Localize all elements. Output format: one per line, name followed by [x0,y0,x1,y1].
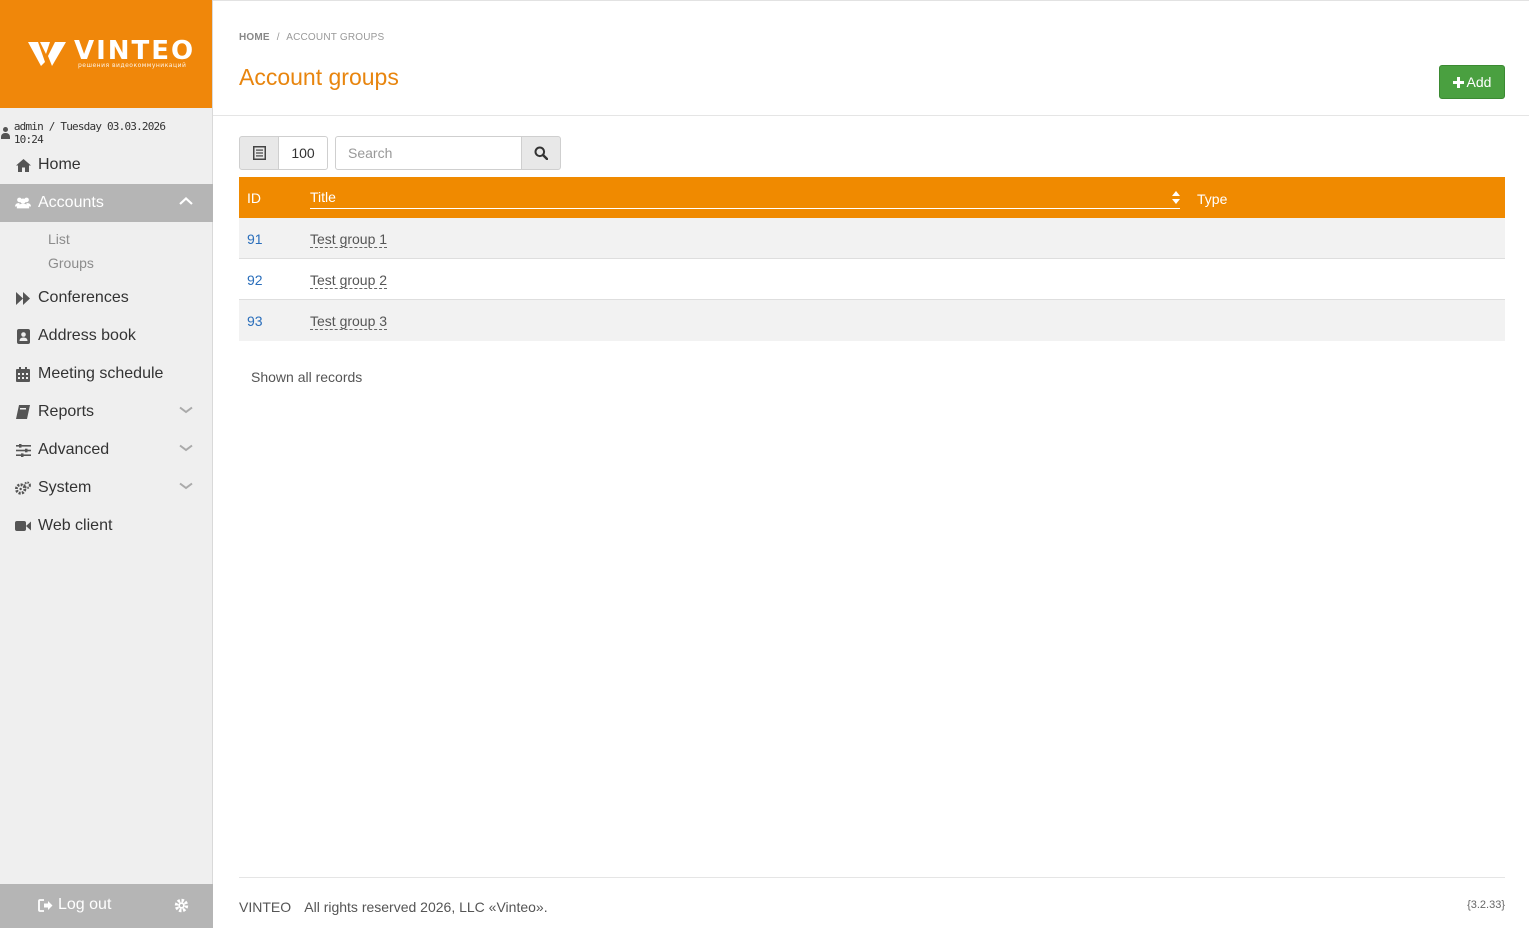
logout-label: Log out [58,896,112,913]
footer-brand: VINTEO [239,899,292,915]
chevron-up-icon[interactable] [179,197,193,205]
groups-table: ID Title Type 91 Test group 1 92 Test gr… [239,177,1505,341]
fast-forward-icon [15,290,31,306]
row-id-link[interactable]: 93 [247,313,263,329]
logout-button[interactable]: Log out [38,896,111,914]
sidebar-item-conferences[interactable]: Conferences [0,279,213,317]
breadcrumb: HOME / ACCOUNT GROUPS [239,32,384,43]
sidebar-subitem-list[interactable]: List [48,227,213,251]
table-header: ID Title Type [239,177,1505,218]
sidebar-footer: Log out [0,884,213,928]
sidebar-item-address-book[interactable]: Address book [0,317,213,355]
sidebar-item-label: System [38,479,92,496]
add-button[interactable]: Add [1439,65,1505,99]
logo[interactable]: VINTEO решения видеокоммуникаций [0,0,212,108]
table-row: 91 Test group 1 [239,218,1505,259]
column-header-type: Type [1197,191,1228,207]
column-header-title-label: Title [310,189,336,205]
add-button-label: Add [1466,74,1492,90]
sidebar-nav: Home Accounts List Groups Conferences Ad… [0,146,213,545]
contact-book-icon [15,328,31,344]
sliders-icon [15,442,31,458]
sidebar-item-meeting-schedule[interactable]: Meeting schedule [0,355,213,393]
search-button[interactable] [521,136,561,170]
column-header-id: ID [247,190,261,206]
plus-icon [1452,76,1464,88]
chevron-down-icon[interactable] [179,406,193,414]
footer-copyright: All rights reserved 2026, LLC «Vinteo». [304,899,548,915]
list-icon [252,146,266,160]
search-icon [534,146,548,160]
page-size-selector[interactable]: 100 [278,136,328,170]
column-header-title[interactable]: Title [310,189,1180,209]
accounts-submenu: List Groups [0,222,213,279]
row-title-link[interactable]: Test group 3 [310,313,388,330]
logout-icon [38,898,53,912]
sidebar-item-web-client[interactable]: Web client [0,507,213,545]
user-icon [0,127,11,139]
sidebar-item-label: Address book [38,327,136,344]
sidebar-item-label: Home [38,156,81,173]
sidebar-subitem-groups[interactable]: Groups [48,251,213,275]
logo-tagline: решения видеокоммуникаций [78,62,187,69]
footer-divider [239,877,1505,878]
users-icon [15,195,31,211]
row-id-link[interactable]: 91 [247,231,263,247]
breadcrumb-current: ACCOUNT GROUPS [286,32,385,43]
session-info: admin / Tuesday 03.03.2026 10:24 [0,120,197,146]
row-title-link[interactable]: Test group 1 [310,231,388,248]
page-title: Account groups [239,64,399,90]
row-title-link[interactable]: Test group 2 [310,272,388,289]
gears-icon [15,480,31,496]
sidebar-item-reports[interactable]: Reports [0,393,213,431]
sidebar-item-home[interactable]: Home [0,146,213,184]
video-camera-icon [15,518,31,534]
calendar-icon [15,366,31,382]
vinteo-logo-icon [28,42,66,66]
sidebar-item-label: Accounts [38,194,104,211]
book-icon [15,404,31,420]
version-label: {3.2.33} [1467,899,1505,911]
table-row: 92 Test group 2 [239,259,1505,300]
sidebar-item-label: Reports [38,403,95,420]
chevron-down-icon[interactable] [179,444,193,452]
chevron-down-icon[interactable] [179,482,193,490]
sidebar-item-advanced[interactable]: Advanced [0,431,213,469]
sidebar-item-label: Meeting schedule [38,365,164,382]
sidebar-item-label: Advanced [38,441,110,458]
sidebar-item-system[interactable]: System [0,469,213,507]
sidebar: VINTEO решения видеокоммуникаций admin /… [0,0,213,928]
sidebar-item-label: Conferences [38,289,129,306]
footer: VINTEO All rights reserved 2026, LLC «Vi… [239,899,548,915]
breadcrumb-separator: / [276,32,280,43]
session-user-datetime: admin / Tuesday 03.03.2026 10:24 [13,120,166,146]
header-divider [213,115,1529,116]
sort-icon[interactable] [1172,191,1180,204]
sidebar-item-label: Web client [38,517,113,534]
home-icon [15,157,31,173]
table-row: 93 Test group 3 [239,300,1505,341]
sidebar-item-accounts[interactable]: Accounts [0,184,213,222]
top-divider [213,0,1529,1]
row-id-link[interactable]: 92 [247,272,263,288]
gear-icon[interactable] [174,898,189,913]
records-status: Shown all records [251,369,363,385]
breadcrumb-home-link[interactable]: HOME [239,32,270,43]
column-toggle-button[interactable] [239,136,279,170]
search-input[interactable] [335,136,522,170]
